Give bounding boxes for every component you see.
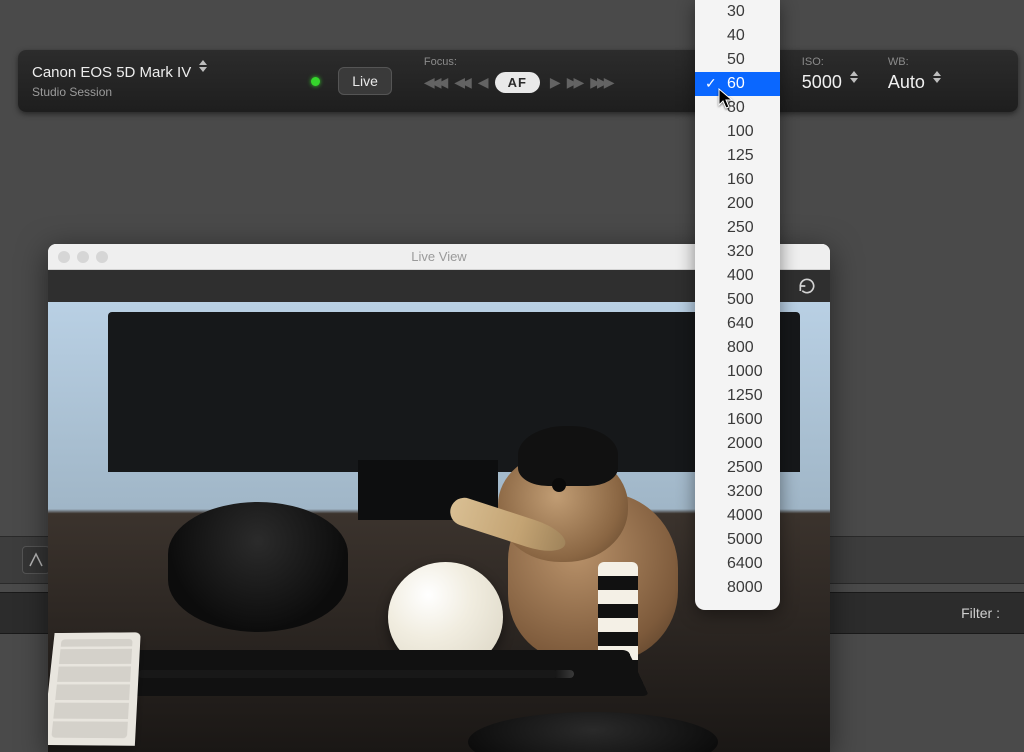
shutter-option[interactable]: 5000 (695, 528, 780, 552)
filter-label: Filter : (961, 605, 1000, 621)
wb-block: WB: Auto (876, 50, 959, 112)
shutter-option[interactable]: 1000 (695, 360, 780, 384)
camera-block: Canon EOS 5D Mark IV Studio Session (18, 50, 221, 112)
focus-far-3-button[interactable]: ◀◀◀ (424, 74, 444, 91)
shutter-option[interactable]: 1600 (695, 408, 780, 432)
shutter-option[interactable]: 400 (695, 264, 780, 288)
scene-puck (468, 712, 718, 752)
focus-block: Focus: ◀◀◀ ◀◀ ◀ AF ▶ ▶▶ ▶▶▶ (412, 50, 611, 112)
shutter-option[interactable]: 500 (695, 288, 780, 312)
shutter-option[interactable]: 3200 (695, 480, 780, 504)
shutter-option[interactable]: 30 (695, 0, 780, 24)
af-button[interactable]: AF (495, 72, 540, 93)
camera-selector[interactable]: Canon EOS 5D Mark IV (32, 64, 207, 81)
shutter-option[interactable]: 2500 (695, 456, 780, 480)
updown-caret-icon (199, 67, 207, 77)
iso-selector[interactable]: 5000 (802, 72, 858, 93)
window-title-text: Live View (411, 249, 466, 264)
status-live-block: Live (221, 50, 412, 112)
live-button[interactable]: Live (338, 67, 392, 95)
tool-button-1[interactable] (22, 546, 50, 574)
shutter-option[interactable]: 6400 (695, 552, 780, 576)
wb-value-text: Auto (888, 72, 925, 93)
tool-icon (28, 552, 44, 568)
shutter-option[interactable]: 100 (695, 120, 780, 144)
scene-speaker (168, 502, 348, 632)
zoom-window-button[interactable] (96, 251, 108, 263)
focus-near-3-button[interactable]: ▶▶▶ (590, 74, 610, 91)
minimize-window-button[interactable] (77, 251, 89, 263)
updown-caret-icon (850, 78, 858, 88)
iso-label: ISO: (802, 56, 858, 68)
focus-near-2-button[interactable]: ▶▶ (567, 74, 581, 91)
tether-toolbar: Canon EOS 5D Mark IV Studio Session Live… (18, 50, 1018, 112)
scene-keyboard (48, 632, 141, 746)
focus-controls: ◀◀◀ ◀◀ ◀ AF ▶ ▶▶ ▶▶▶ (424, 72, 611, 93)
shutter-option[interactable]: 640 (695, 312, 780, 336)
wb-label: WB: (888, 56, 941, 68)
scene-plush (448, 422, 708, 682)
shutter-option[interactable]: 2000 (695, 432, 780, 456)
iso-value-text: 5000 (802, 72, 842, 93)
updown-caret-icon (933, 78, 941, 88)
focus-far-1-button[interactable]: ◀ (478, 74, 485, 91)
focus-near-1-button[interactable]: ▶ (550, 74, 557, 91)
scene-stylus (138, 670, 558, 678)
camera-name-text: Canon EOS 5D Mark IV (32, 64, 191, 81)
window-traffic-lights (58, 251, 108, 263)
session-name-text: Studio Session (32, 85, 207, 99)
shutter-option[interactable]: 200 (695, 192, 780, 216)
shutter-option[interactable]: 60 (695, 72, 780, 96)
shutter-option[interactable]: 125 (695, 144, 780, 168)
focus-label: Focus: (424, 56, 611, 68)
rotate-icon (796, 276, 818, 296)
shutter-option[interactable]: 8000 (695, 576, 780, 600)
shutter-option[interactable]: 4000 (695, 504, 780, 528)
status-dot-icon (311, 77, 320, 86)
shutter-option[interactable]: 160 (695, 168, 780, 192)
shutter-option[interactable]: 1250 (695, 384, 780, 408)
close-window-button[interactable] (58, 251, 70, 263)
focus-far-2-button[interactable]: ◀◀ (454, 74, 468, 91)
rotate-button[interactable] (796, 276, 818, 296)
shutter-option[interactable]: 800 (695, 336, 780, 360)
shutter-speed-dropdown[interactable]: 3040506080100125160200250320400500640800… (695, 0, 780, 610)
shutter-option[interactable]: 320 (695, 240, 780, 264)
iso-block: ISO: 5000 (790, 50, 858, 112)
wb-selector[interactable]: Auto (888, 72, 941, 93)
shutter-option[interactable]: 50 (695, 48, 780, 72)
shutter-option[interactable]: 80 (695, 96, 780, 120)
shutter-option[interactable]: 250 (695, 216, 780, 240)
shutter-option[interactable]: 40 (695, 24, 780, 48)
